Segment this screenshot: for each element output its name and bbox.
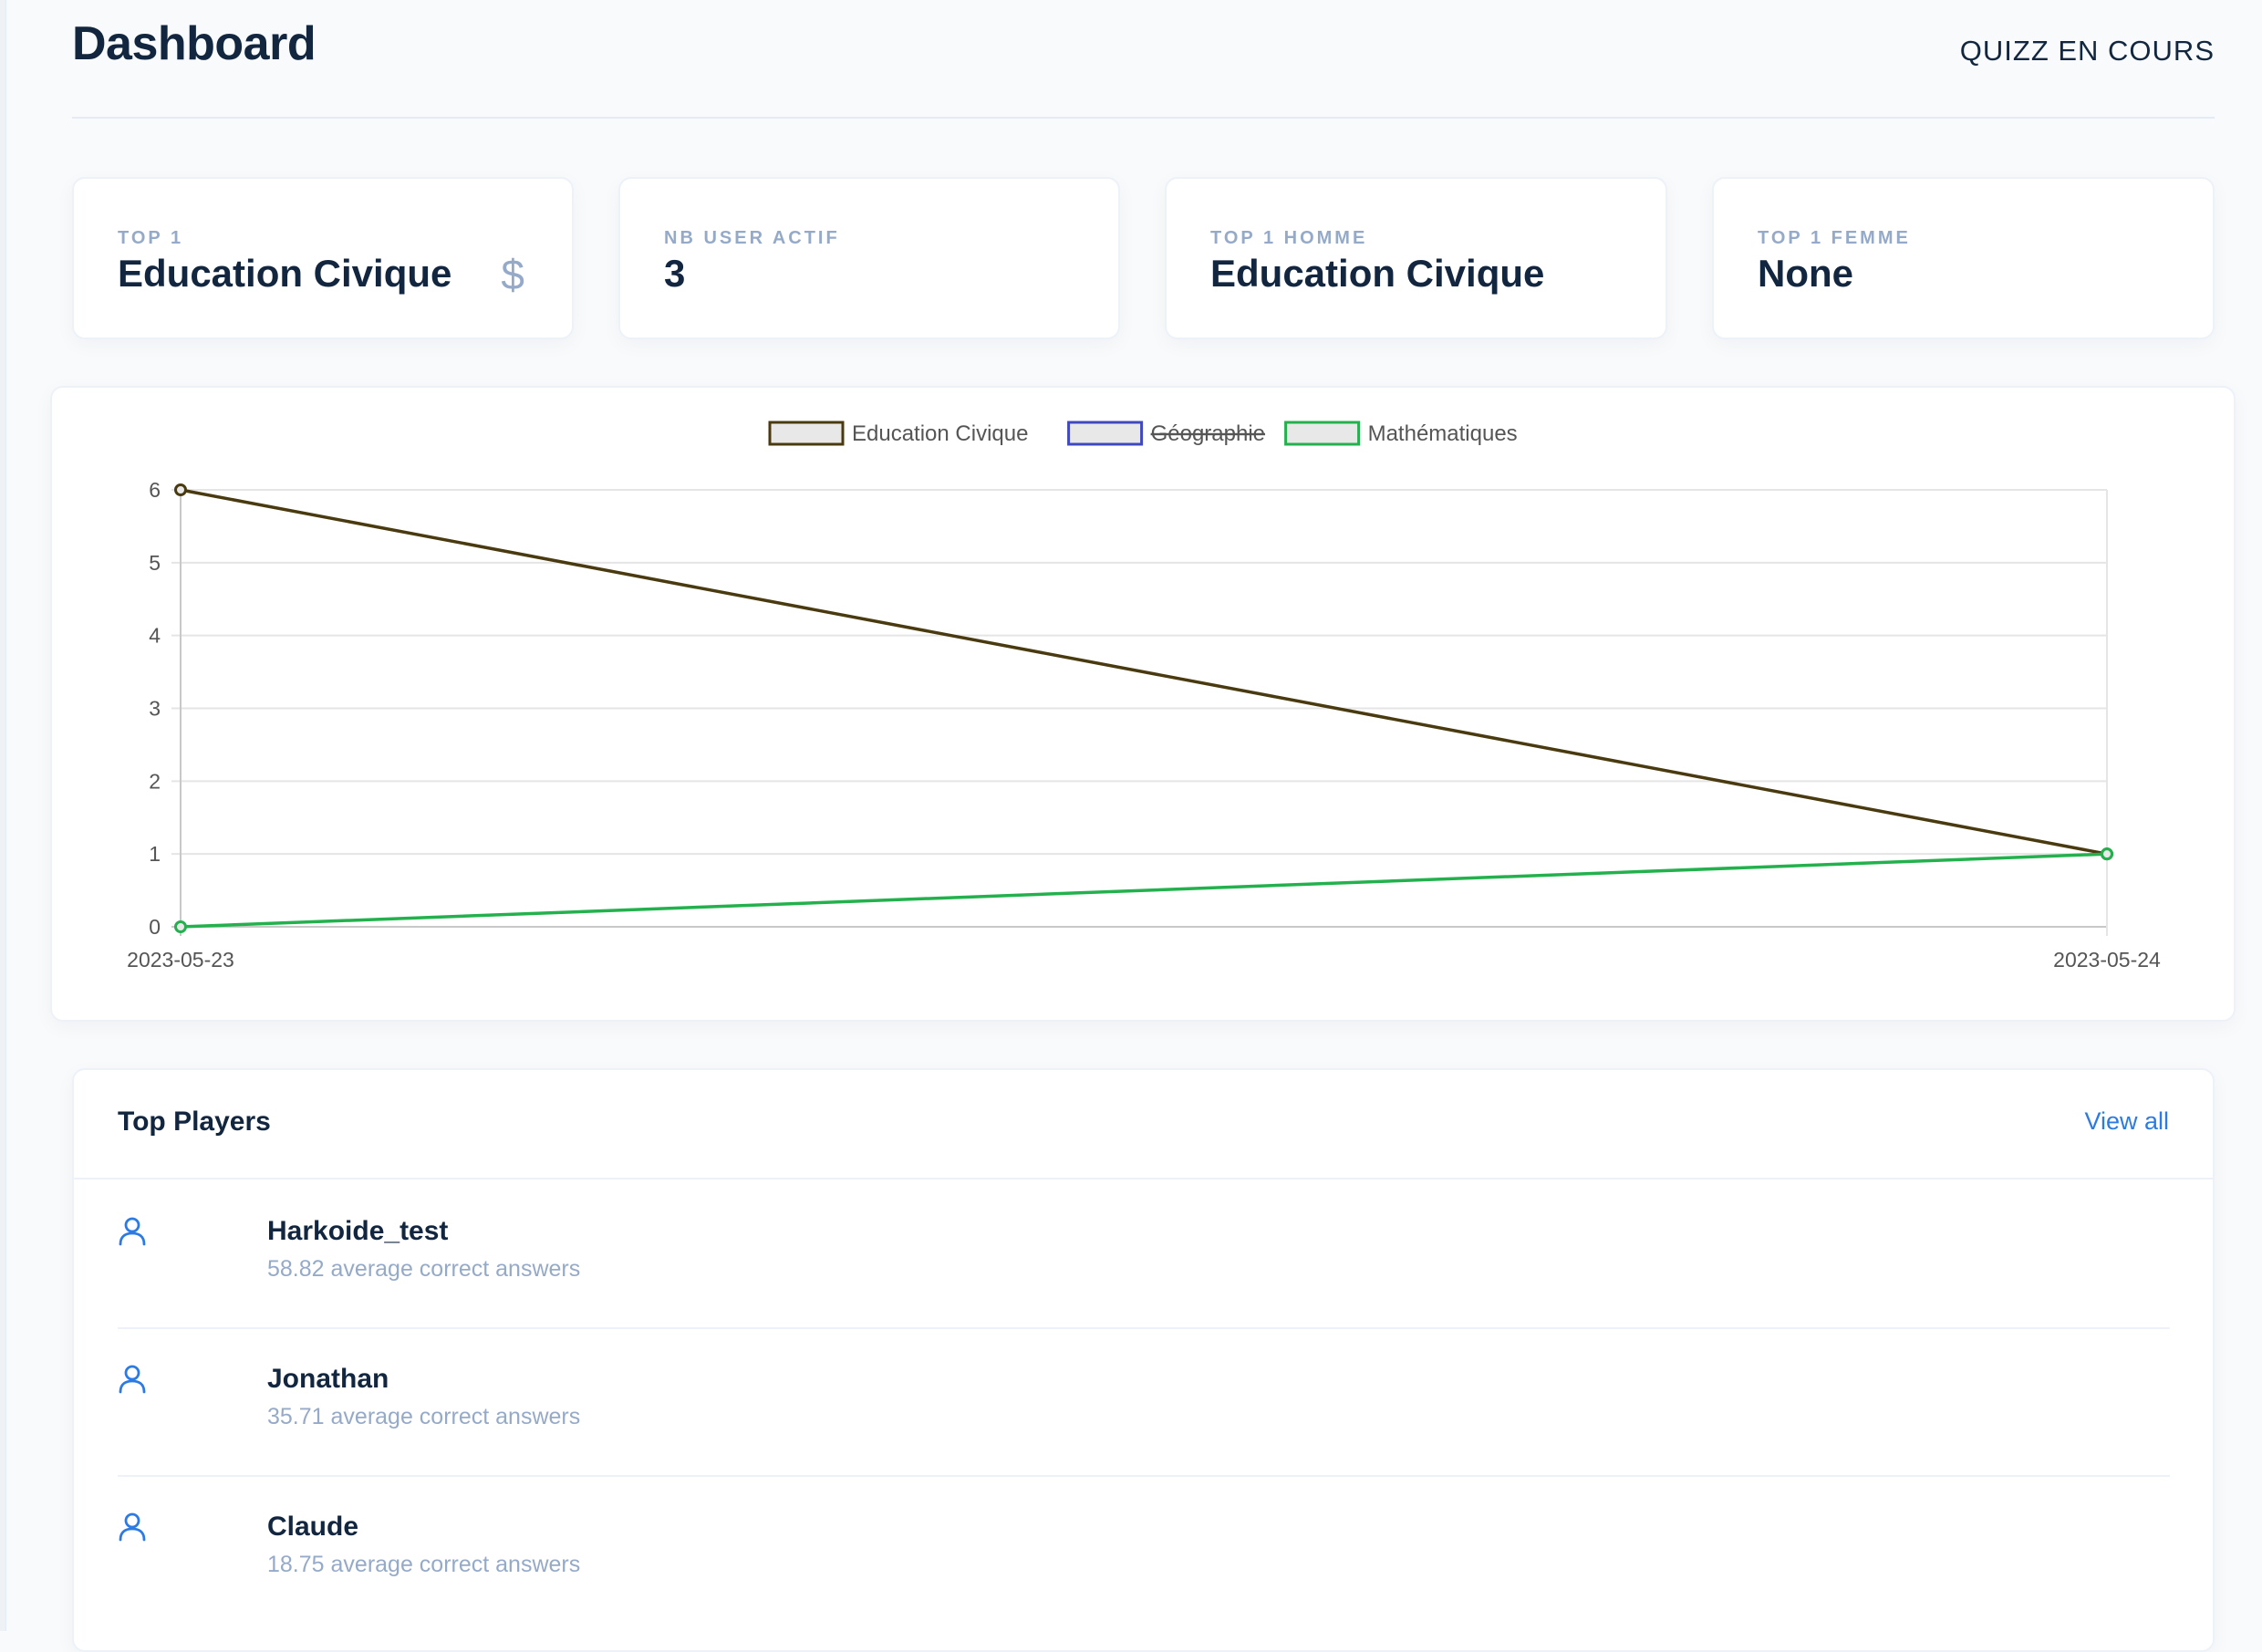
y-tick-label: 1 [149, 842, 161, 866]
sidebar-edge [0, 0, 6, 1631]
top-players-header: Top Players View all [74, 1070, 2213, 1179]
player-name: Jonathan [267, 1364, 389, 1394]
y-tick-label: 0 [149, 915, 161, 939]
stat-value: 3 [664, 252, 686, 295]
list-item[interactable]: Harkoide_test 58.82 average correct answ… [118, 1179, 2170, 1329]
legend-label: Mathématiques [1368, 421, 1518, 446]
page-header: Dashboard QUIZZ EN COURS [72, 0, 2215, 119]
y-tick-label: 4 [149, 624, 161, 648]
dollar-icon: $ [501, 251, 524, 298]
stat-card-top1-homme: TOP 1 HOMME Education Civique [1165, 177, 1667, 339]
chart-card: 0 1 2 3 4 5 6 2023-05-23 2023-05-24 Education Ci… [50, 386, 2236, 1022]
legend-item[interactable]: Géographie [1067, 421, 1265, 446]
legend-swatch [1067, 421, 1144, 446]
page-title: Dashboard [72, 17, 316, 70]
top-players-card: Top Players View all Harkoide_test 58.82… [72, 1068, 2215, 1652]
series-line [180, 488, 2108, 856]
list-item[interactable]: Claude 18.75 average correct answers [118, 1475, 2170, 1623]
line-chart: 0 1 2 3 4 5 6 2023-05-23 2023-05-24 Education Ci… [127, 421, 2161, 971]
y-tick-label: 5 [149, 551, 161, 575]
stat-label: TOP 1 FEMME [1758, 228, 1911, 248]
legend-swatch [1284, 421, 1361, 446]
stat-card-nb-user-actif: NB USER ACTIF 3 [618, 177, 1120, 339]
stat-card-top1-femme: TOP 1 FEMME None [1712, 177, 2215, 339]
data-point[interactable] [2101, 847, 2113, 861]
legend-swatch [768, 421, 845, 446]
user-icon [119, 1217, 146, 1246]
quizz-en-cours-link[interactable]: QUIZZ EN COURS [1960, 35, 2215, 68]
x-tick-label: 2023-05-23 [127, 948, 234, 971]
data-point[interactable] [174, 920, 187, 933]
stat-label: NB USER ACTIF [664, 228, 840, 248]
stat-value: None [1758, 252, 1853, 295]
stat-value: Education Civique [118, 252, 452, 295]
stat-card-top1: TOP 1 Education Civique $ [72, 177, 574, 339]
x-tick-label: 2023-05-24 [2053, 948, 2161, 971]
y-tick-label: 2 [149, 769, 161, 793]
legend-item[interactable]: Education Civique [768, 421, 1028, 446]
user-icon [119, 1365, 146, 1394]
series-line [180, 852, 2108, 929]
view-all-link[interactable]: View all [2084, 1107, 2169, 1136]
data-point[interactable] [174, 483, 187, 496]
player-score: 35.71 average correct answers [267, 1404, 581, 1429]
player-score: 18.75 average correct answers [267, 1552, 581, 1577]
stat-label: TOP 1 HOMME [1210, 228, 1368, 248]
player-name: Harkoide_test [267, 1216, 449, 1246]
stat-value: Education Civique [1210, 252, 1545, 295]
y-tick-label: 3 [149, 697, 161, 721]
user-icon [119, 1512, 146, 1542]
player-name: Claude [267, 1512, 359, 1542]
stat-label: TOP 1 [118, 228, 184, 248]
top-players-title: Top Players [118, 1107, 271, 1137]
player-score: 58.82 average correct answers [267, 1256, 581, 1282]
list-item[interactable]: Jonathan 35.71 average correct answers [118, 1327, 2170, 1477]
legend-label: Education Civique [852, 421, 1028, 446]
legend-label: Géographie [1151, 421, 1265, 446]
y-tick-label: 6 [149, 478, 161, 502]
legend-item[interactable]: Mathématiques [1284, 421, 1518, 446]
